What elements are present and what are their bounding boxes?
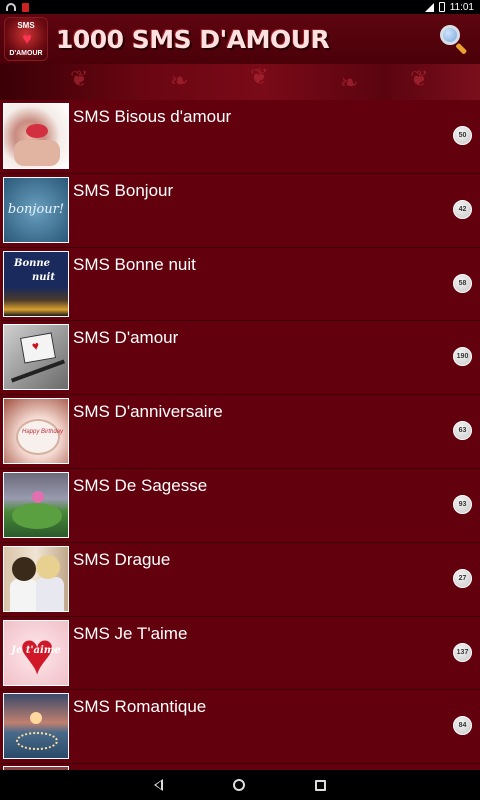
back-icon[interactable] [154, 779, 163, 791]
count-badge: 42 [453, 199, 472, 219]
swirl-decoration-icon: ❦ [70, 66, 89, 91]
status-bar: 11:01 [0, 0, 480, 14]
system-nav-bar [0, 770, 480, 800]
list-item[interactable]: Bonne nuit SMS Bonne nuit 58 [0, 248, 480, 322]
cake-shape [16, 419, 60, 456]
battery-icon [438, 2, 445, 12]
signal-icon [424, 2, 434, 12]
love-letter-thumbnail: ♥ [3, 324, 69, 391]
status-left [6, 2, 29, 12]
app-notification-icon [22, 2, 29, 12]
wifi-notification-icon [6, 3, 16, 11]
list-item[interactable]: ♥ SMS D'amour 190 [0, 321, 480, 396]
list-item-title: SMS De Sagesse [73, 475, 208, 495]
search-icon [440, 25, 460, 45]
swirl-decoration-icon: ❧ [170, 68, 189, 93]
thumbnail-text: Bonne [14, 257, 51, 269]
je-taime-heart-thumbnail: ♥ Je t'aime [3, 619, 69, 686]
list-item-title: SMS Romantique [73, 697, 207, 717]
swirl-decoration-icon: ❦ [250, 64, 269, 89]
status-time: 11:01 [449, 1, 474, 13]
thumbnail-text: nuit [32, 271, 55, 283]
list-item[interactable]: SMS Bisous d'amour 50 [0, 100, 480, 174]
heart-icon: ♥ [22, 31, 32, 48]
hand-shape [14, 140, 60, 166]
flower-shape [32, 490, 44, 503]
decorative-banner: ❦ ❧ ❦ ❧ ❦ [0, 64, 480, 100]
list-item-title: SMS Bonjour [73, 180, 174, 200]
bonne-nuit-thumbnail: Bonne nuit [3, 250, 69, 317]
swirl-decoration-icon: ❦ [410, 66, 429, 91]
sun-shape [30, 712, 42, 725]
list-item[interactable]: SMS Romantique 84 [0, 690, 480, 765]
app-title: 1000 SMS D'AMOUR [56, 24, 330, 54]
kiss-thumbnail [3, 103, 69, 169]
list-item-title: SMS Bisous d'amour [73, 107, 232, 126]
thumbnail-text: Happy Birthday [22, 429, 64, 436]
list-item[interactable]: Happy Birthday SMS D'anniversaire 63 [0, 395, 480, 469]
romantic-sunset-thumbnail [3, 693, 69, 760]
app-logo: SMS ♥ D'AMOUR [4, 17, 48, 61]
list-item-title: SMS Bonne nuit [73, 254, 196, 274]
head-shape [36, 554, 60, 579]
count-badge: 63 [453, 421, 472, 441]
candle-heart-shape [16, 732, 58, 751]
heart-garden-thumbnail [3, 471, 69, 538]
count-badge: 84 [453, 716, 472, 736]
person-shape [36, 576, 64, 611]
list-item[interactable]: SMS Drague 27 [0, 543, 480, 617]
search-button[interactable] [438, 23, 470, 55]
recents-icon[interactable] [315, 779, 326, 791]
home-icon[interactable] [233, 779, 245, 791]
count-badge: 93 [453, 494, 472, 514]
status-right: 11:01 [424, 1, 474, 13]
count-badge: 50 [453, 126, 472, 145]
logo-top-text: SMS [17, 21, 35, 30]
thumbnail-text: Je t'aime [11, 644, 61, 656]
app-header: SMS ♥ D'AMOUR 1000 SMS D'AMOUR [0, 14, 480, 64]
count-badge: 137 [453, 642, 472, 662]
list-item[interactable]: bonjour! SMS Bonjour 42 [0, 174, 480, 248]
list-item-title: SMS D'amour [73, 328, 179, 348]
grass-heart-shape [12, 502, 62, 529]
list-item-title: SMS Je T'aime [73, 623, 188, 643]
head-shape [12, 556, 36, 581]
search-icon-handle [455, 42, 468, 55]
list-item-title: SMS Drague [73, 549, 171, 569]
count-badge: 27 [453, 568, 472, 588]
birthday-cake-thumbnail: Happy Birthday [3, 398, 69, 465]
list-item[interactable]: SMS De Sagesse 93 [0, 469, 480, 543]
person-shape [10, 578, 38, 611]
swirl-decoration-icon: ❧ [340, 70, 359, 95]
bonjour-thumbnail: bonjour! [3, 176, 69, 243]
count-badge: 58 [453, 273, 472, 293]
logo-bottom-text: D'AMOUR [9, 50, 43, 57]
category-list[interactable]: SMS Bisous d'amour 50 bonjour! SMS Bonjo… [0, 100, 480, 770]
pen-shape [11, 359, 65, 383]
couple-thumbnail [3, 545, 69, 612]
list-item[interactable]: ♥ Je t'aime SMS Je T'aime 137 [0, 617, 480, 691]
lips-shape [26, 124, 48, 138]
thumbnail-text: bonjour! [7, 201, 65, 217]
count-badge: 190 [453, 347, 472, 367]
list-item-title: SMS D'anniversaire [73, 402, 223, 422]
